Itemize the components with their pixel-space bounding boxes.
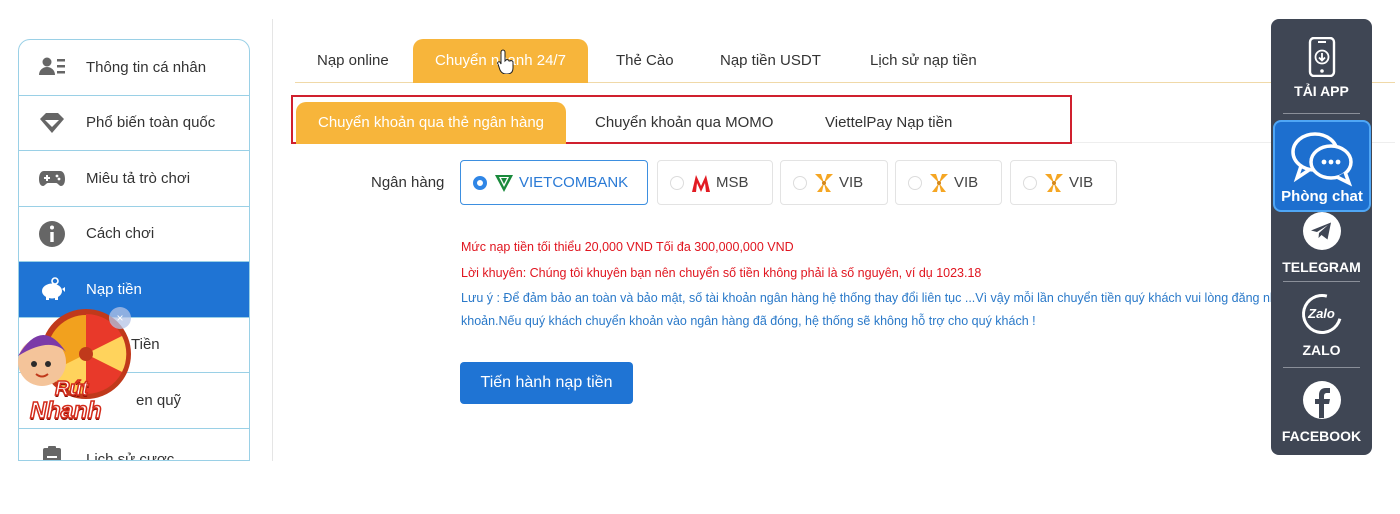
tab-scratch-card[interactable]: Thẻ Cào bbox=[616, 39, 674, 83]
info-icon bbox=[37, 219, 67, 249]
radio-unselected[interactable] bbox=[1023, 175, 1037, 190]
caution-note-line2: khoản.Nếu quý khách chuyển khoản vào ngâ… bbox=[461, 314, 1036, 328]
sidebar-item-label: Miêu tả trò chơi bbox=[86, 169, 191, 187]
sidebar-item-bet-history[interactable]: Lịch sử cược bbox=[19, 429, 249, 461]
download-app-button[interactable]: TẢI APP bbox=[1271, 37, 1372, 99]
radio-unselected[interactable] bbox=[670, 175, 684, 190]
bank-name: VIB bbox=[1069, 174, 1094, 191]
deposit-method-tabs: Nạp online Chuyển nhanh 24/7 Thẻ Cào Nạp… bbox=[295, 39, 1395, 83]
sidebar-item-personal-info[interactable]: Thông tin cá nhân bbox=[19, 40, 249, 96]
radio-unselected[interactable] bbox=[793, 175, 807, 190]
bank-option-vib-2[interactable]: VIB bbox=[895, 160, 1002, 205]
radio-selected[interactable] bbox=[473, 175, 487, 190]
sidebar-item-how-to-play[interactable]: Cách chơi bbox=[19, 207, 249, 262]
sidebar-item-label: Cách chơi bbox=[86, 225, 155, 243]
tab-online[interactable]: Nạp online bbox=[317, 39, 389, 83]
piggy-bank-icon bbox=[37, 274, 67, 304]
sidebar-item-label: Lịch sử cược bbox=[86, 450, 175, 461]
vietcombank-logo-icon bbox=[493, 172, 515, 194]
sidebar-item-nationwide[interactable]: Phổ biến toàn quốc bbox=[19, 96, 249, 151]
chat-bubbles-icon bbox=[1291, 132, 1353, 187]
vib-logo-icon bbox=[1043, 172, 1065, 194]
zalo-button[interactable]: Zalo ZALO bbox=[1271, 286, 1372, 358]
bank-label: Ngân hàng bbox=[371, 174, 445, 191]
bank-name: MSB bbox=[716, 174, 749, 191]
bank-name: VIETCOMBANK bbox=[519, 174, 629, 191]
bank-option-vib-1[interactable]: VIB bbox=[780, 160, 888, 205]
vib-logo-icon bbox=[813, 172, 835, 194]
proceed-deposit-button[interactable]: Tiến hành nạp tiền bbox=[460, 362, 633, 404]
zalo-label: ZALO bbox=[1302, 342, 1341, 358]
telegram-button[interactable]: TELEGRAM bbox=[1271, 211, 1372, 275]
subtab-momo[interactable]: Chuyển khoản qua MOMO bbox=[595, 102, 773, 144]
bank-option-vib-3[interactable]: VIB bbox=[1010, 160, 1117, 205]
download-app-label: TẢI APP bbox=[1294, 83, 1349, 99]
facebook-label: FACEBOOK bbox=[1281, 428, 1362, 444]
contact-side-panel: TẢI APP TELEGRAM Zalo ZALO FACEBOOK bbox=[1271, 19, 1372, 455]
sidebar-item-label: Tiền bbox=[131, 336, 160, 354]
panel-divider bbox=[1283, 367, 1360, 368]
sidebar-item-label: Phổ biến toàn quốc bbox=[86, 114, 216, 132]
gamepad-icon bbox=[37, 163, 67, 193]
subtab-viettelpay[interactable]: ViettelPay Nạp tiền bbox=[825, 102, 952, 144]
sidebar-item-label: en quỹ bbox=[136, 391, 182, 409]
zalo-logo-text: Zalo bbox=[1308, 306, 1335, 321]
phone-download-icon bbox=[1308, 37, 1335, 77]
deposit-limit-note: Mức nạp tiền tối thiểu 20,000 VND Tối đa… bbox=[461, 240, 794, 254]
sidebar-item-label: Nạp tiền bbox=[86, 280, 142, 298]
telegram-icon bbox=[1302, 212, 1341, 250]
facebook-icon bbox=[1302, 381, 1341, 419]
msb-logo-icon bbox=[690, 172, 712, 194]
facebook-button[interactable]: FACEBOOK bbox=[1271, 380, 1372, 444]
promo-text-line2: Nhanh bbox=[29, 396, 102, 424]
sidebar-item-game-description[interactable]: Miêu tả trò chơi bbox=[19, 151, 249, 207]
user-list-icon bbox=[37, 52, 67, 82]
deposit-advice-note: Lời khuyên: Chúng tôi khuyên bạn nên chu… bbox=[461, 266, 982, 280]
radio-unselected[interactable] bbox=[908, 175, 922, 190]
telegram-label: TELEGRAM bbox=[1282, 259, 1361, 275]
content-divider bbox=[272, 19, 273, 461]
bank-option-msb[interactable]: MSB bbox=[657, 160, 773, 205]
sidebar-item-label: Thông tin cá nhân bbox=[86, 58, 207, 76]
tab-usdt[interactable]: Nạp tiền USDT bbox=[720, 39, 821, 83]
transfer-type-subtabs: Chuyển khoản qua thẻ ngân hàng Chuyển kh… bbox=[291, 95, 1072, 144]
hand-cursor-icon bbox=[497, 49, 514, 74]
panel-divider bbox=[1283, 113, 1360, 114]
promo-close-icon[interactable]: × bbox=[109, 307, 131, 329]
chat-room-label: Phòng chat bbox=[1281, 188, 1363, 205]
diamond-icon bbox=[37, 108, 67, 138]
caution-note-line1: Lưu ý : Để đảm bảo an toàn và bảo mật, s… bbox=[461, 291, 1336, 305]
chat-room-button[interactable]: Phòng chat bbox=[1273, 120, 1371, 212]
clipboard-icon bbox=[37, 443, 67, 460]
vib-logo-icon bbox=[928, 172, 950, 194]
bank-name: VIB bbox=[954, 174, 979, 191]
tab-deposit-history[interactable]: Lịch sử nạp tiền bbox=[870, 39, 977, 83]
bank-name: VIB bbox=[839, 174, 864, 191]
subtab-bank-transfer[interactable]: Chuyển khoản qua thẻ ngân hàng bbox=[296, 102, 567, 144]
panel-divider bbox=[1283, 281, 1360, 282]
bank-option-vietcombank[interactable]: VIETCOMBANK bbox=[460, 160, 648, 205]
